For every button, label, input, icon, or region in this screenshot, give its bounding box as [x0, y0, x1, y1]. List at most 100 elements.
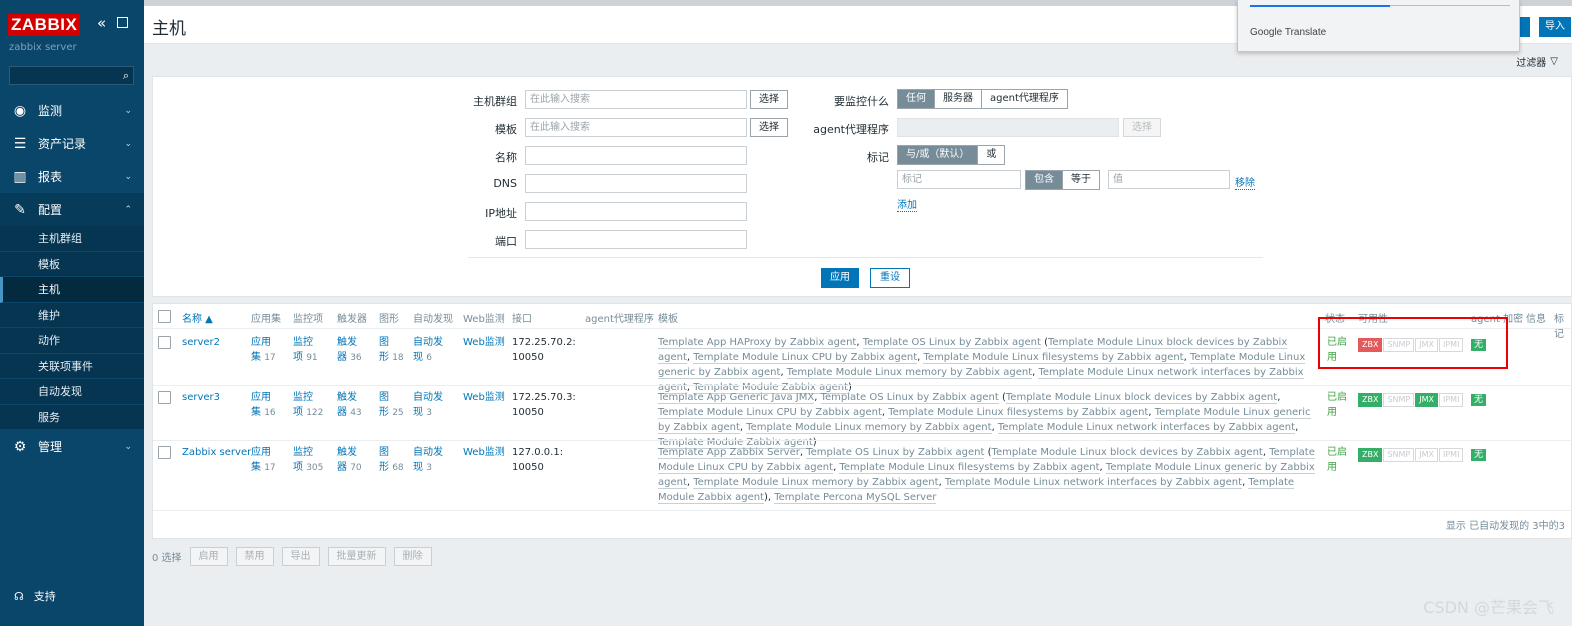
applications-link-label[interactable]: 集	[251, 352, 261, 363]
web-link[interactable]: Web监测	[463, 390, 505, 405]
web-link[interactable]: Web监测	[463, 445, 505, 460]
disable-button[interactable]: 禁用	[235, 547, 274, 566]
items-link[interactable]: 监控项 122	[293, 390, 323, 421]
submenu-hosts[interactable]: 主机	[0, 277, 144, 303]
template-link[interactable]: Template Module Linux filesystems by Zab…	[839, 462, 1100, 474]
template-link[interactable]: Template Module Linux filesystems by Zab…	[923, 352, 1184, 364]
monitored-by-server[interactable]: 服务器	[935, 90, 982, 108]
template-link[interactable]: Template Module Linux memory by Zabbix a…	[746, 422, 992, 434]
submenu-templates[interactable]: 模板	[0, 251, 144, 277]
triggers-link[interactable]: 触发器 43	[337, 390, 362, 421]
graphs-link-label[interactable]: 形	[379, 462, 389, 473]
availability-ipmi-badge[interactable]: IPMI	[1439, 393, 1464, 407]
template-link[interactable]: Template Module Linux network interfaces…	[944, 477, 1243, 489]
row-checkbox[interactable]	[158, 391, 171, 404]
status-label[interactable]: 已启	[1327, 392, 1347, 403]
host-name-link[interactable]: server2	[182, 335, 220, 350]
status-label[interactable]: 已启	[1327, 447, 1347, 458]
items-link[interactable]: 监控项 91	[293, 335, 318, 366]
discovery-link[interactable]: 自动发现 3	[413, 390, 443, 421]
filter-tab[interactable]: 过滤器 ▽	[1516, 54, 1558, 69]
items-link-label[interactable]: 项	[293, 352, 303, 363]
triggers-link-label[interactable]: 器	[337, 462, 347, 473]
google-translate-popup[interactable]: Google Translate	[1237, 0, 1520, 52]
template-link[interactable]: Template Module Linux memory by Zabbix a…	[693, 477, 939, 489]
triggers-link-label[interactable]: 器	[337, 352, 347, 363]
graphs-link-label[interactable]: 图	[379, 392, 389, 403]
status-toggle[interactable]: 已启用	[1327, 390, 1347, 420]
availability-jmx-badge[interactable]: JMX	[1415, 393, 1438, 407]
select-all-checkbox[interactable]	[158, 310, 171, 323]
discovery-link[interactable]: 自动发现 3	[413, 445, 443, 476]
items-link-label[interactable]: 监控	[293, 447, 313, 458]
submenu-actions[interactable]: 动作	[0, 328, 144, 354]
template-link[interactable]: Template OS Linux by Zabbix agent	[806, 447, 985, 459]
submenu-services[interactable]: 服务	[0, 404, 144, 430]
reset-button[interactable]: 重设	[870, 268, 910, 288]
tag-value-input[interactable]: 值	[1108, 170, 1230, 189]
template-link[interactable]: Template Percona MySQL Server	[774, 492, 937, 504]
discovery-link-label[interactable]: 自动发	[413, 447, 443, 458]
discovery-link[interactable]: 自动发现 6	[413, 335, 443, 366]
menu-configuration[interactable]: ✎ 配置 ⌃	[0, 193, 144, 226]
tag-add-link[interactable]: 添加	[897, 196, 917, 212]
availability-snmp-badge[interactable]: SNMP	[1383, 448, 1415, 462]
applications-link[interactable]: 应用集 16	[251, 390, 276, 421]
availability-ipmi-badge[interactable]: IPMI	[1439, 448, 1464, 462]
submenu-maintenance[interactable]: 维护	[0, 302, 144, 328]
template-link[interactable]: Template App Zabbix Server	[658, 447, 800, 459]
discovery-link-label[interactable]: 现	[413, 352, 423, 363]
template-link[interactable]: Template Module Linux memory by Zabbix a…	[786, 367, 1033, 379]
triggers-link[interactable]: 触发器 70	[337, 445, 362, 476]
triggers-link-label[interactable]: 触发	[337, 337, 357, 348]
graphs-link-label[interactable]: 形	[379, 407, 389, 418]
applications-link-label[interactable]: 集	[251, 407, 261, 418]
tag-remove-link[interactable]: 移除	[1235, 174, 1255, 190]
template-link[interactable]: Template Module Linux filesystems by Zab…	[888, 407, 1149, 419]
applications-link[interactable]: 应用集 17	[251, 445, 276, 476]
template-link[interactable]: Template App Generic Java JMX	[658, 392, 815, 404]
availability-zbx-badge[interactable]: ZBX	[1358, 393, 1383, 407]
graphs-link[interactable]: 图形 18	[379, 335, 404, 366]
monitored-by-proxy[interactable]: agent代理程序	[982, 90, 1067, 108]
host-groups-input[interactable]: 在此输入搜索	[525, 90, 747, 109]
monitored-by-any[interactable]: 任何	[898, 90, 935, 108]
tags-mode-or[interactable]: 或	[978, 146, 1005, 164]
search-icon[interactable]: ⌕	[123, 69, 129, 83]
template-link[interactable]: Template Module Linux block devices by Z…	[991, 447, 1263, 459]
export-button[interactable]: 导出	[281, 547, 320, 566]
submenu-event-correlation[interactable]: 关联项事件	[0, 353, 144, 379]
submenu-host-groups[interactable]: 主机群组	[0, 226, 144, 252]
tags-mode-and-or[interactable]: 与/或（默认）	[898, 146, 979, 164]
template-link[interactable]: Template Module Linux CPU by Zabbix agen…	[693, 352, 918, 364]
template-link[interactable]: Template Module Linux block devices by Z…	[1005, 392, 1278, 404]
availability-zbx-badge[interactable]: ZBX	[1358, 448, 1383, 462]
menu-administration[interactable]: ⚙ 管理 ⌄	[0, 430, 144, 463]
graphs-link-label[interactable]: 图	[379, 337, 389, 348]
mass-update-button[interactable]: 批量更新	[327, 547, 386, 566]
tag-operator-toggle[interactable]: 包含 等于	[1025, 170, 1100, 190]
graphs-link[interactable]: 图形 25	[379, 390, 404, 421]
tags-mode-toggle[interactable]: 与/或（默认） 或	[897, 145, 1006, 165]
row-checkbox[interactable]	[158, 446, 171, 459]
ip-input[interactable]	[525, 202, 747, 221]
tag-op-equals[interactable]: 等于	[1063, 171, 1099, 189]
zabbix-logo[interactable]: ZABBIX	[8, 14, 81, 36]
triggers-link-label[interactable]: 触发	[337, 447, 357, 458]
status-label[interactable]: 用	[1327, 407, 1337, 418]
applications-link-label[interactable]: 应用	[251, 392, 271, 403]
items-link[interactable]: 监控项 305	[293, 445, 323, 476]
sidebar-search-input[interactable]: ⌕	[9, 66, 134, 85]
host-name-link[interactable]: server3	[182, 390, 220, 405]
triggers-link[interactable]: 触发器 36	[337, 335, 362, 366]
support-link[interactable]: ☊ 支持	[14, 588, 56, 604]
enable-button[interactable]: 启用	[189, 547, 228, 566]
template-link[interactable]: Template Module Linux CPU by Zabbix agen…	[658, 407, 882, 419]
triggers-link-label[interactable]: 触发	[337, 392, 357, 403]
graphs-link-label[interactable]: 图	[379, 447, 389, 458]
menu-monitoring[interactable]: ◉ 监测 ⌄	[0, 94, 144, 127]
apply-button[interactable]: 应用	[821, 268, 859, 288]
template-link[interactable]: Template Module Linux network interfaces…	[997, 422, 1296, 434]
name-input[interactable]	[525, 146, 747, 165]
applications-link-label[interactable]: 应用	[251, 447, 271, 458]
